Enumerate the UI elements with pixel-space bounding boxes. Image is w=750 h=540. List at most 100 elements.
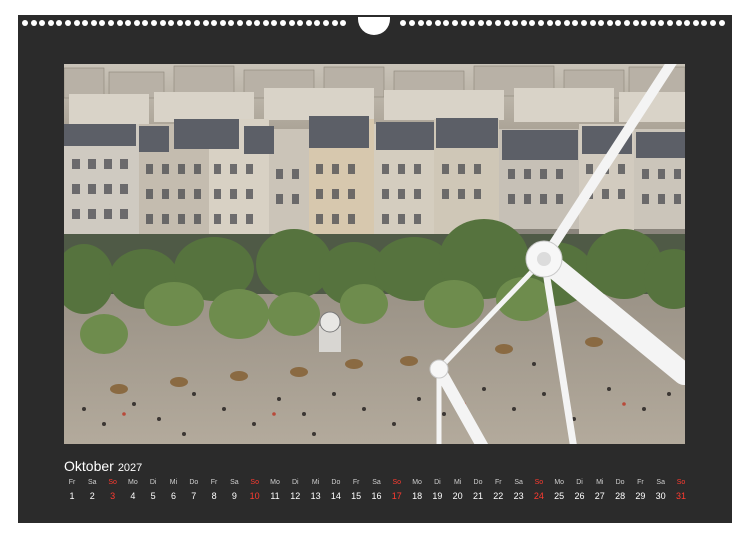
binding-hole — [288, 20, 295, 26]
binding-hole — [297, 20, 304, 26]
month-title: Oktober 2027 — [64, 458, 142, 476]
day-number: 27 — [594, 491, 605, 501]
binding-hole — [82, 20, 89, 26]
day-cell: So 17 — [387, 477, 407, 503]
binding-hole — [39, 20, 46, 26]
day-number: 22 — [493, 491, 504, 501]
weekday-label: Fr — [68, 479, 76, 486]
day-number: 24 — [533, 491, 544, 501]
day-cell: So 31 — [671, 477, 691, 503]
day-cell: Fr 1 — [62, 477, 82, 503]
binding-hole — [624, 20, 630, 26]
binding-hole — [409, 20, 415, 26]
weekday-label: Di — [576, 479, 583, 486]
day-cell: Do 7 — [184, 477, 204, 503]
binding-hole — [305, 20, 312, 26]
binding-hole — [159, 20, 166, 26]
weekday-label: So — [534, 479, 544, 486]
binding-hole — [632, 20, 639, 26]
weekday-label: Mo — [128, 479, 138, 486]
binding-hole — [495, 20, 501, 26]
day-grid: Fr 1 Sa 2 So 3 Mo 4 Di 5 Mi 6 Do 7 Fr 8 Sa 9 So 10 Mo 11 Di 12 M… — [64, 477, 690, 509]
day-cell: Mo 11 — [265, 477, 285, 503]
binding-hole — [486, 20, 493, 26]
weekday-label: Mi — [169, 479, 178, 486]
day-cell: Fr 15 — [346, 477, 366, 503]
binding-hole — [615, 20, 622, 26]
binding-hole — [426, 20, 433, 26]
day-cell: Mo 25 — [549, 477, 569, 503]
day-cell: Fr 8 — [204, 477, 224, 503]
day-number: 28 — [615, 491, 626, 501]
day-number: 1 — [69, 491, 75, 501]
day-number: 11 — [270, 491, 280, 501]
day-number: 16 — [371, 491, 382, 501]
weekday-label: Mi — [596, 479, 604, 486]
binding-hole — [314, 20, 321, 26]
binding-hole — [520, 20, 527, 26]
day-cell: So 3 — [103, 477, 123, 503]
binding-hole — [211, 20, 218, 26]
weekday-label: Di — [434, 479, 441, 486]
binding-hole — [142, 20, 149, 26]
binding-hole — [477, 20, 484, 26]
binding-hole — [598, 20, 605, 26]
day-cell: So 10 — [245, 477, 265, 503]
day-number: 2 — [89, 491, 95, 501]
weekday-label: Mi — [453, 479, 462, 486]
day-number: 30 — [655, 491, 666, 501]
binding-hole — [108, 20, 114, 26]
binding-hole — [228, 20, 235, 26]
binding-hole — [469, 20, 476, 26]
weekday-label: So — [392, 479, 402, 486]
binding-hole — [589, 20, 596, 26]
binding-hole — [718, 20, 725, 26]
weekday-label: Fr — [494, 479, 502, 486]
weekday-label: Do — [189, 479, 199, 486]
binding-hole — [692, 20, 699, 26]
spiral-binding — [18, 15, 732, 35]
binding-hole — [675, 20, 682, 26]
binding-hole — [176, 20, 183, 26]
binding-hole — [280, 20, 286, 26]
weekday-label: So — [250, 479, 259, 486]
binding-hole — [331, 20, 338, 26]
day-cell: Mo 4 — [123, 477, 143, 503]
day-number: 19 — [432, 491, 443, 501]
binding-hole — [237, 20, 243, 26]
day-cell: Mi 20 — [448, 477, 468, 503]
binding-hole — [667, 20, 673, 26]
binding-hole — [22, 20, 28, 26]
weekday-label: So — [108, 479, 117, 486]
weekday-label: Mo — [554, 479, 565, 486]
weekday-label: Do — [331, 479, 341, 486]
day-number: 12 — [290, 491, 301, 501]
binding-hole — [443, 20, 450, 26]
month-name: Oktober — [64, 458, 114, 474]
binding-hole — [168, 20, 175, 26]
photo-paris-square — [64, 64, 685, 444]
weekday-label: Mo — [412, 479, 422, 486]
binding-hole — [151, 20, 157, 26]
binding-hole — [90, 20, 97, 26]
day-number: 29 — [635, 491, 646, 501]
binding-hole — [65, 20, 71, 26]
day-number: 3 — [110, 491, 116, 501]
binding-hole — [262, 20, 269, 26]
day-cell: Mi 27 — [590, 477, 610, 503]
binding-hole — [658, 20, 665, 26]
binding-hole — [538, 20, 544, 26]
binding-hole — [452, 20, 458, 26]
weekday-label: Fr — [352, 479, 360, 486]
binding-hole — [254, 20, 261, 26]
binding-hole — [684, 20, 691, 26]
binding-hole — [529, 20, 536, 26]
day-number: 4 — [130, 491, 136, 501]
weekday-label: Di — [291, 479, 299, 486]
day-number: 17 — [391, 491, 402, 501]
day-cell: Do 14 — [326, 477, 346, 503]
day-cell: Sa 16 — [367, 477, 387, 503]
binding-hole — [563, 20, 570, 26]
day-number: 5 — [150, 491, 156, 501]
binding-hole — [56, 20, 63, 26]
